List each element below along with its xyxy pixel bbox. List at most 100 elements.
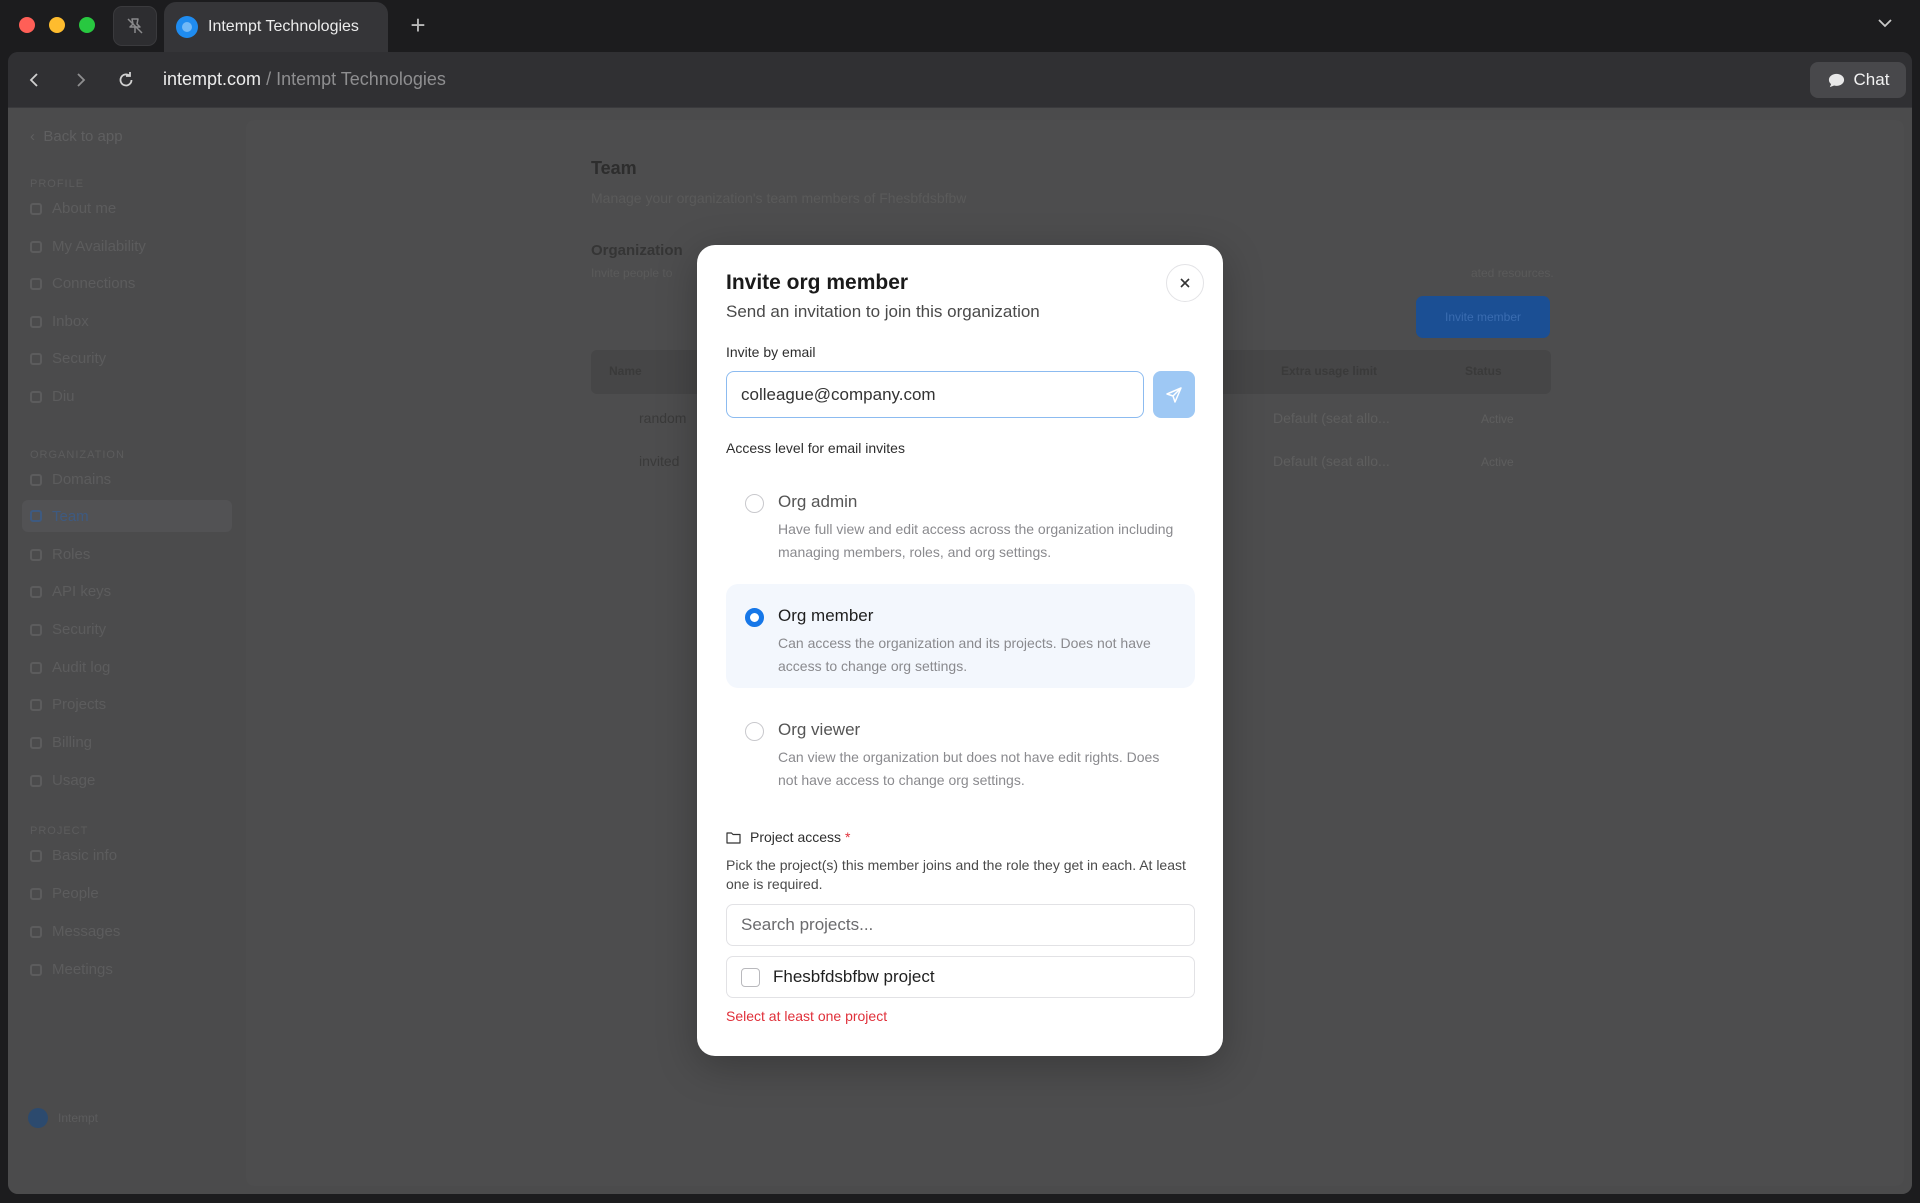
sidebar-item-label: Security [52, 621, 107, 638]
sidebar-item-label: Meetings [52, 961, 113, 978]
sidebar-item-label: My Availability [52, 238, 146, 255]
bar-chart-icon [30, 774, 42, 787]
calendar-icon [30, 963, 42, 976]
back-to-app-link[interactable]: ‹ Back to app [30, 128, 123, 145]
option-org-member[interactable]: Org member Can access the organization a… [726, 584, 1195, 688]
close-window-button[interactable] [19, 17, 35, 33]
sidebar-item-team[interactable]: Team [22, 500, 232, 532]
email-field[interactable] [726, 371, 1144, 418]
folder-icon [726, 831, 741, 844]
invite-member-button[interactable]: Invite member [1416, 296, 1550, 338]
chat-button[interactable]: Chat [1810, 62, 1906, 98]
back-arrow-icon[interactable] [23, 69, 45, 91]
chat-bubble-icon [1828, 73, 1844, 87]
sidebar-item-inbox[interactable]: Inbox [30, 313, 89, 330]
sidebar-section-project: PROJECT [30, 825, 89, 837]
sidebar-item-audit-log[interactable]: Audit log [30, 659, 110, 676]
sidebar-item-label: Usage [52, 772, 96, 789]
title-bar: Intempt Technologies + [0, 0, 1920, 52]
link-icon [30, 277, 42, 290]
option-title: Org viewer [778, 720, 861, 739]
sidebar-section-profile: PROFILE [30, 178, 85, 190]
maximize-window-button[interactable] [79, 17, 95, 33]
chat-label: Chat [1853, 70, 1890, 89]
option-org-admin[interactable]: Org admin Have full view and edit access… [726, 470, 1195, 574]
roles-icon [30, 548, 42, 561]
forward-arrow-icon[interactable] [70, 69, 92, 91]
section-description: Invite people to [591, 266, 673, 280]
project-access-text: Project access [750, 829, 842, 845]
workspace-switcher[interactable]: Intempt [28, 1108, 98, 1128]
table-row-name: invited [639, 453, 680, 469]
new-tab-button[interactable]: + [403, 10, 433, 40]
sidebar-item-messages[interactable]: Messages [30, 923, 120, 940]
avatar-icon [30, 390, 42, 403]
settings-sidebar: ‹ Back to app PROFILE About me My Availa… [8, 108, 238, 1194]
status-badge: Active [1481, 412, 1514, 426]
option-title: Org member [778, 606, 874, 625]
sidebar-item-label: Projects [52, 696, 107, 713]
sidebar-item-label: Team [52, 507, 89, 525]
sidebar-item-meetings[interactable]: Meetings [30, 961, 113, 978]
section-description-end: ated resources. [1471, 266, 1554, 280]
tab-list-chevron-icon[interactable] [1876, 14, 1894, 37]
sidebar-item-diu[interactable]: Diu [30, 388, 75, 405]
reload-icon[interactable] [115, 69, 137, 91]
sidebar-item-usage[interactable]: Usage [30, 772, 95, 789]
sidebar-item-security-profile[interactable]: Security [30, 350, 106, 367]
project-option[interactable]: Fhesbfdsbfbw project [726, 956, 1195, 998]
sidebar-item-label: About me [52, 200, 117, 217]
access-level-label: Access level for email invites [726, 440, 905, 456]
sidebar-item-connections[interactable]: Connections [30, 275, 135, 292]
invite-org-member-dialog: Invite org member Send an invitation to … [697, 245, 1223, 1056]
column-status: Status [1465, 364, 1502, 378]
sidebar-item-basic-info[interactable]: Basic info [30, 847, 117, 864]
sidebar-item-projects[interactable]: Projects [30, 696, 106, 713]
org-admin-radio[interactable] [745, 494, 764, 513]
intempt-logo-icon [28, 1108, 48, 1128]
sidebar-item-domains[interactable]: Domains [30, 471, 111, 488]
sidebar-item-label: People [52, 885, 99, 902]
credit-card-icon [30, 736, 42, 749]
table-row-extra: Default (seat allo... [1273, 453, 1390, 469]
lock-icon [30, 623, 42, 636]
sidebar-item-label: Connections [52, 275, 136, 292]
search-projects-input[interactable] [726, 904, 1195, 946]
sidebar-item-api-keys[interactable]: API keys [30, 583, 111, 600]
page-title: Team [591, 158, 637, 178]
column-extra-usage: Extra usage limit [1281, 364, 1378, 378]
close-dialog-button[interactable] [1166, 264, 1204, 302]
table-row-name: random [639, 410, 687, 426]
address-bar[interactable]: intempt.com / Intempt Technologies [163, 69, 446, 90]
sidebar-item-people[interactable]: People [30, 885, 99, 902]
people-icon [30, 887, 42, 900]
org-viewer-radio[interactable] [745, 722, 764, 741]
sidebar-item-label: Domains [52, 471, 112, 488]
list-icon [30, 661, 42, 674]
sidebar-item-about-me[interactable]: About me [30, 200, 116, 217]
pin-icon [127, 18, 143, 34]
sidebar-item-my-availability[interactable]: My Availability [30, 238, 146, 255]
send-invite-button[interactable] [1153, 371, 1195, 418]
project-name: Fhesbfdsbfbw project [773, 967, 935, 986]
browser-toolbar: intempt.com / Intempt Technologies Chat [8, 52, 1912, 108]
option-org-viewer[interactable]: Org viewer Can view the organization but… [726, 698, 1195, 802]
section-title: Organization [591, 242, 683, 259]
sidebar-item-label: Audit log [52, 659, 111, 676]
sidebar-item-roles[interactable]: Roles [30, 546, 90, 563]
project-checkbox[interactable] [741, 967, 760, 987]
sidebar-item-security-org[interactable]: Security [30, 621, 106, 638]
status-badge: Active [1481, 455, 1514, 469]
option-description: Can access the organization and its proj… [778, 635, 1151, 674]
org-member-radio[interactable] [745, 608, 764, 627]
minimize-window-button[interactable] [49, 17, 65, 33]
column-name: Name [609, 364, 642, 378]
sidebar-section-organization: ORGANIZATION [30, 449, 125, 461]
close-icon [1180, 278, 1190, 288]
dialog-subtitle: Send an invitation to join this organiza… [726, 302, 1040, 321]
sidebar-item-billing[interactable]: Billing [30, 734, 92, 751]
users-icon [30, 510, 42, 522]
browser-tab[interactable]: Intempt Technologies [164, 2, 388, 52]
pin-tab-button[interactable] [113, 6, 157, 46]
project-access-description: Pick the project(s) this member joins an… [726, 857, 1186, 892]
